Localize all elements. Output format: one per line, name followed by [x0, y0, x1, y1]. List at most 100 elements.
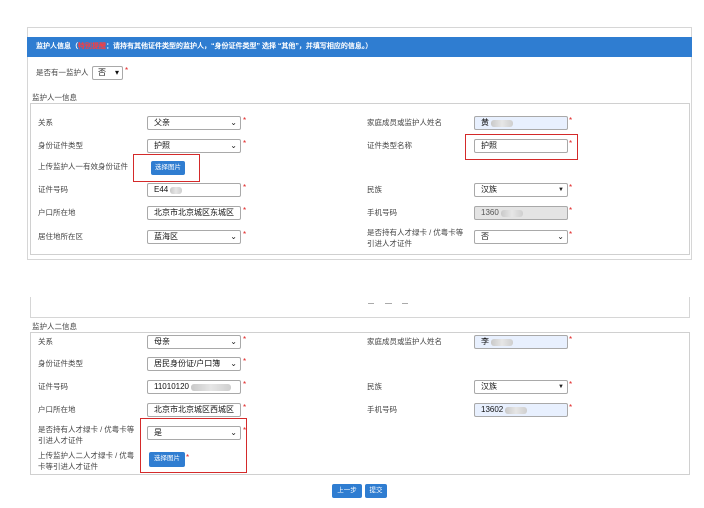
- guardian1-ethnicity-select[interactable]: 汉族 ▼: [474, 183, 568, 197]
- chevron-down-icon: ▼: [558, 384, 564, 390]
- header-notice: ：请持有其他证件类型的监护人，“身份证件类型” 选择 “其他”，并填写相应的信息…: [106, 43, 373, 50]
- guardian1-id-type-value: 护照: [154, 141, 170, 150]
- chevron-down-icon: ⌄: [230, 141, 237, 150]
- guardian2-ethnicity-value: 汉族: [481, 382, 497, 391]
- chevron-down-icon: ⌄: [230, 232, 237, 241]
- redacted-blur: [500, 210, 523, 217]
- guardian2-phone-value: 13602: [481, 405, 504, 414]
- guardian2-relation-select[interactable]: 母亲 ⌄: [147, 335, 241, 349]
- guardian1-hukou-input[interactable]: 北京市北京城区东城区: [147, 206, 241, 220]
- cropped-panel-edge: [30, 297, 690, 318]
- submit-button[interactable]: 提交: [365, 484, 387, 498]
- required-mark: *: [569, 403, 573, 412]
- guardian1-hukou-value: 北京市北京城区东城区: [154, 208, 234, 217]
- header-alert: 特别提醒: [78, 43, 106, 50]
- guardian1-talent-card-label-2: 引进人才证件: [367, 239, 412, 248]
- guardian1-talent-card-value: 否: [481, 232, 489, 241]
- cropped-text-fragment: [368, 303, 374, 304]
- guardian2-hukou-input[interactable]: 北京市北京城区西城区: [147, 403, 241, 417]
- guardian1-phone-input[interactable]: 1360: [474, 206, 568, 220]
- guardian1-id-number-value: E44: [154, 185, 169, 194]
- required-mark: *: [243, 206, 247, 215]
- required-mark: *: [243, 357, 247, 366]
- guardian2-id-number-value: 11010120: [154, 382, 189, 391]
- guardian2-legend: 监护人二信息: [32, 322, 77, 331]
- chevron-down-icon: ⌄: [230, 359, 237, 368]
- guardian1-id-type-label: 身份证件类型: [38, 141, 83, 150]
- guardian1-id-type-name-label: 证件类型名称: [367, 141, 412, 150]
- guardian2-id-number-input[interactable]: 11010120: [147, 380, 241, 394]
- prev-step-button[interactable]: 上一步: [332, 484, 362, 498]
- guardian1-name-input[interactable]: 黄: [474, 116, 568, 130]
- guardian2-id-type-select[interactable]: 居民身份证/户口簿 ⌄: [147, 357, 241, 371]
- highlight-box: [140, 418, 247, 473]
- required-mark: *: [243, 139, 247, 148]
- required-mark: *: [569, 380, 573, 389]
- required-mark: *: [125, 66, 129, 75]
- guardian2-id-number-label: 证件号码: [38, 382, 68, 391]
- chevron-down-icon: ⌄: [230, 337, 237, 346]
- guardian2-phone-input[interactable]: 13602: [474, 403, 568, 417]
- chevron-down-icon: ⌄: [230, 118, 237, 127]
- chevron-down-icon: ⌄: [557, 232, 564, 241]
- guardian2-relation-label: 关系: [38, 337, 53, 346]
- required-mark: *: [243, 116, 247, 125]
- guardian1-hukou-label: 户口所在地: [38, 208, 76, 217]
- has-guardian-value: 否: [98, 68, 106, 77]
- required-mark: *: [243, 380, 247, 389]
- guardian1-legend: 监护人一信息: [32, 93, 77, 102]
- guardian1-residence-label: 居住地所在区: [38, 232, 83, 241]
- guardian2-relation-value: 母亲: [154, 337, 170, 346]
- guardian1-talent-card-label: 是否持有人才绿卡 / 优粤卡等: [367, 228, 464, 237]
- guardian-info-header: 监护人信息（特别提醒：请持有其他证件类型的监护人，“身份证件类型” 选择 “其他…: [27, 37, 692, 57]
- required-mark: *: [243, 335, 247, 344]
- guardian2-hukou-value: 北京市北京城区西城区: [154, 405, 234, 414]
- cropped-text-fragment: [385, 303, 392, 304]
- required-mark: *: [243, 230, 247, 239]
- has-guardian-label: 是否有一监护人: [36, 68, 89, 77]
- required-mark: *: [569, 183, 573, 192]
- guardian1-ethnicity-label: 民族: [367, 185, 382, 194]
- guardian1-residence-select[interactable]: 蓝海区 ⌄: [147, 230, 241, 244]
- header-title: 监护人信息（: [36, 43, 78, 50]
- has-guardian-select[interactable]: 否 ▾: [92, 66, 123, 80]
- guardian1-fieldset: [30, 103, 690, 255]
- guardian1-phone-label: 手机号码: [367, 208, 397, 217]
- redacted-blur: [505, 407, 528, 414]
- guardian1-id-number-input[interactable]: E44: [147, 183, 241, 197]
- guardian1-phone-value: 1360: [481, 208, 499, 217]
- redacted-blur: [191, 384, 231, 391]
- guardian1-id-type-select[interactable]: 护照 ⌄: [147, 139, 241, 153]
- cropped-text-fragment: [402, 303, 408, 304]
- guardian1-relation-select[interactable]: 父亲 ⌄: [147, 116, 241, 130]
- highlight-box: [465, 134, 578, 160]
- guardian2-upload-label: 上传监护人二人才绿卡 / 优粤: [38, 451, 135, 460]
- guardian1-residence-value: 蓝海区: [154, 232, 178, 241]
- guardian2-id-type-value: 居民身份证/户口簿: [154, 359, 221, 368]
- redacted-blur: [491, 120, 513, 127]
- required-mark: *: [569, 335, 573, 344]
- guardian2-ethnicity-select[interactable]: 汉族 ▼: [474, 380, 568, 394]
- required-mark: *: [569, 206, 573, 215]
- chevron-down-icon: ▼: [558, 187, 564, 193]
- guardian1-upload-label: 上传监护人一有效身份证件: [38, 162, 128, 171]
- chevron-down-icon: ▾: [114, 68, 119, 77]
- guardian1-name-value: 黄: [481, 118, 489, 127]
- required-mark: *: [243, 183, 247, 192]
- required-mark: *: [569, 230, 573, 239]
- guardian2-name-input[interactable]: 李: [474, 335, 568, 349]
- guardian2-ethnicity-label: 民族: [367, 382, 382, 391]
- guardian1-talent-card-select[interactable]: 否 ⌄: [474, 230, 568, 244]
- guardian2-name-label: 家庭成员或监护人姓名: [367, 337, 442, 346]
- guardian2-name-value: 李: [481, 337, 489, 346]
- guardian2-hukou-label: 户口所在地: [38, 405, 76, 414]
- guardian2-talent-card-label-2: 引进人才证件: [38, 436, 83, 445]
- highlight-box: [133, 154, 200, 182]
- required-mark: *: [243, 403, 247, 412]
- redacted-blur: [170, 187, 183, 194]
- required-mark: *: [569, 116, 573, 125]
- redacted-blur: [491, 339, 513, 346]
- guardian1-relation-value: 父亲: [154, 118, 170, 127]
- guardian2-phone-label: 手机号码: [367, 405, 397, 414]
- guardian1-ethnicity-value: 汉族: [481, 185, 497, 194]
